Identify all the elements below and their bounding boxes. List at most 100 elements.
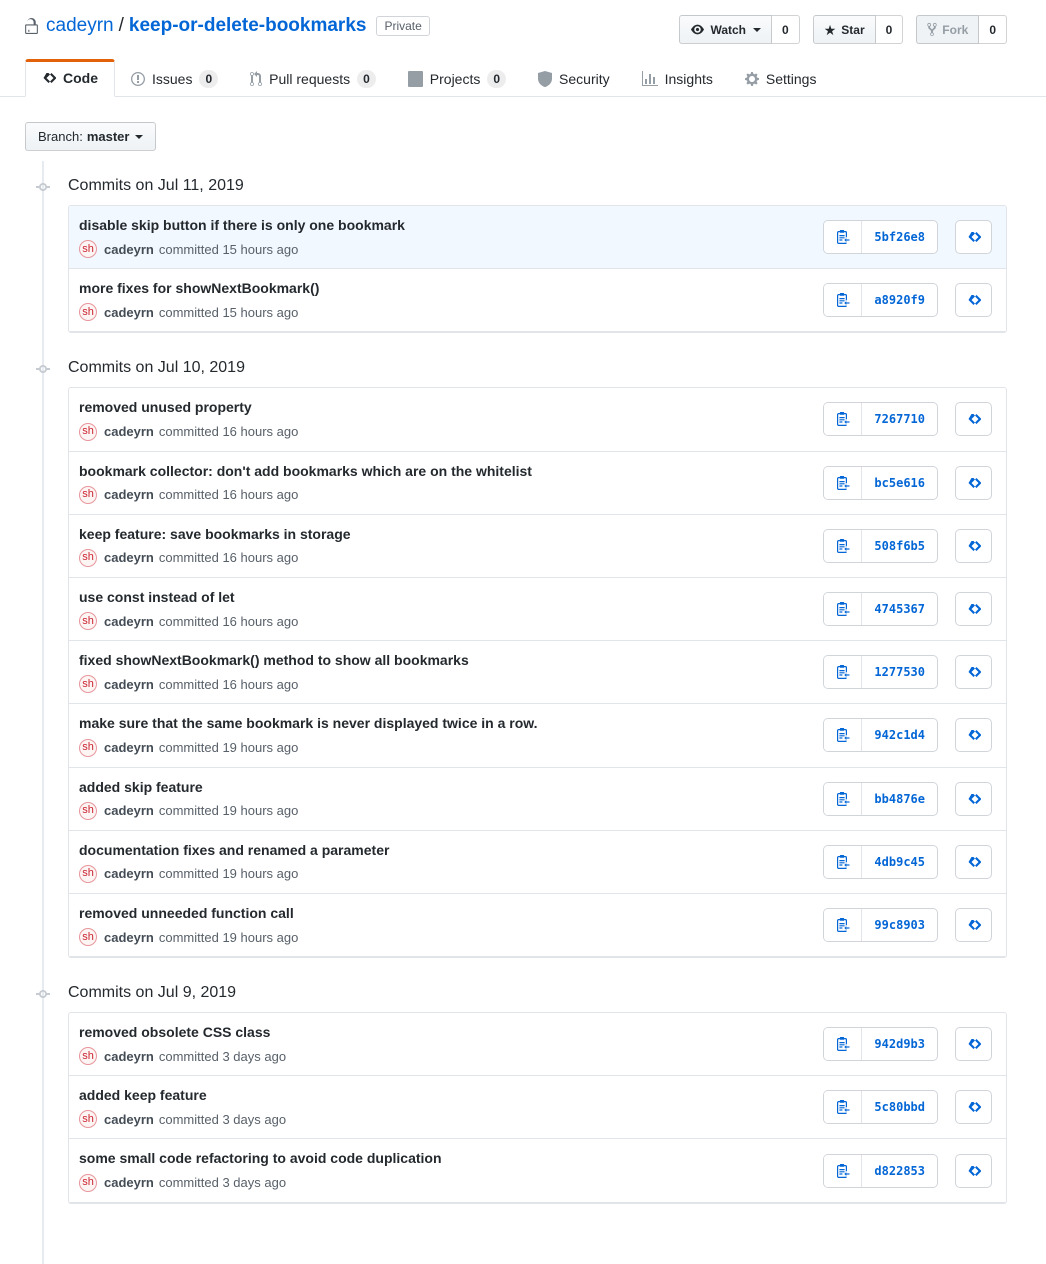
fork-button[interactable]: Fork (916, 15, 979, 44)
commit-author-link[interactable]: cadeyrn (104, 487, 154, 502)
avatar[interactable]: sh (79, 423, 97, 441)
copy-sha-button[interactable] (824, 593, 862, 625)
commit-author-link[interactable]: cadeyrn (104, 1049, 154, 1064)
browse-code-button[interactable] (955, 845, 992, 879)
commit-sha-link[interactable]: 99c8903 (862, 909, 937, 941)
copy-sha-button[interactable] (824, 221, 862, 253)
browse-code-button[interactable] (955, 283, 992, 317)
commit-title-link[interactable]: added skip feature (79, 778, 298, 796)
copy-sha-button[interactable] (824, 467, 862, 499)
commit-title-link[interactable]: more fixes for showNextBookmark() (79, 279, 319, 297)
tab-pull-requests[interactable]: Pull requests 0 (234, 61, 392, 97)
commit-author-link[interactable]: cadeyrn (104, 740, 154, 755)
avatar[interactable]: sh (79, 240, 97, 258)
browse-code-button[interactable] (955, 1027, 992, 1061)
commit-sha-link[interactable]: bc5e616 (862, 467, 937, 499)
watch-button[interactable]: Watch (679, 15, 772, 44)
commit-sha-link[interactable]: 5bf26e8 (862, 221, 937, 253)
commit-author-link[interactable]: cadeyrn (104, 1112, 154, 1127)
browse-code-button[interactable] (955, 220, 992, 254)
copy-sha-button[interactable] (824, 530, 862, 562)
commit-author-link[interactable]: cadeyrn (104, 614, 154, 629)
avatar[interactable]: sh (79, 802, 97, 820)
commit-sha-link[interactable]: 1277530 (862, 656, 937, 688)
copy-sha-button[interactable] (824, 1091, 862, 1123)
commit-author-link[interactable]: cadeyrn (104, 424, 154, 439)
browse-code-button[interactable] (955, 782, 992, 816)
commit-author-link[interactable]: cadeyrn (104, 305, 154, 320)
commit-author-link[interactable]: cadeyrn (104, 550, 154, 565)
avatar[interactable]: sh (79, 549, 97, 567)
copy-sha-button[interactable] (824, 656, 862, 688)
browse-code-button[interactable] (955, 402, 992, 436)
commit-author-link[interactable]: cadeyrn (104, 242, 154, 257)
browse-code-button[interactable] (955, 908, 992, 942)
tab-security[interactable]: Security (522, 61, 626, 97)
commit-title-link[interactable]: bookmark collector: don't add bookmarks … (79, 462, 532, 480)
commit-sha-link[interactable]: 4745367 (862, 593, 937, 625)
commit-title-link[interactable]: disable skip button if there is only one… (79, 216, 405, 234)
commit-sha-link[interactable]: 508f6b5 (862, 530, 937, 562)
watch-count[interactable]: 0 (772, 15, 800, 44)
browse-code-button[interactable] (955, 718, 992, 752)
avatar[interactable]: sh (79, 1110, 97, 1128)
avatar[interactable]: sh (79, 303, 97, 321)
avatar[interactable]: sh (79, 1174, 97, 1192)
copy-sha-button[interactable] (824, 403, 862, 435)
commit-title-link[interactable]: fixed showNextBookmark() method to show … (79, 651, 469, 669)
commit-author-link[interactable]: cadeyrn (104, 1175, 154, 1190)
commit-sha-link[interactable]: a8920f9 (862, 284, 937, 316)
tab-issues[interactable]: Issues 0 (115, 61, 234, 97)
commit-author-link[interactable]: cadeyrn (104, 677, 154, 692)
tab-insights[interactable]: Insights (626, 61, 729, 97)
tab-settings[interactable]: Settings (729, 61, 833, 97)
fork-count[interactable]: 0 (979, 15, 1007, 44)
avatar[interactable]: sh (79, 928, 97, 946)
commit-sha-link[interactable]: 942d9b3 (862, 1028, 937, 1060)
avatar[interactable]: sh (79, 1047, 97, 1065)
star-count[interactable]: 0 (876, 15, 904, 44)
commit-author-link[interactable]: cadeyrn (104, 866, 154, 881)
commit-title-link[interactable]: removed obsolete CSS class (79, 1023, 286, 1041)
commit-title-link[interactable]: added keep feature (79, 1086, 286, 1104)
commit-sha-link[interactable]: 5c80bbd (862, 1091, 937, 1123)
commit-title-link[interactable]: keep feature: save bookmarks in storage (79, 525, 351, 543)
branch-selector-button[interactable]: Branch: master (25, 122, 156, 151)
browse-code-button[interactable] (955, 1090, 992, 1124)
copy-sha-button[interactable] (824, 284, 862, 316)
commit-title-link[interactable]: removed unneeded function call (79, 904, 298, 922)
repo-name-link[interactable]: keep-or-delete-bookmarks (129, 13, 367, 39)
avatar[interactable]: sh (79, 612, 97, 630)
commit-sha-link[interactable]: 4db9c45 (862, 846, 937, 878)
commit-title-link[interactable]: documentation fixes and renamed a parame… (79, 841, 389, 859)
avatar[interactable]: sh (79, 865, 97, 883)
commit-title-link[interactable]: some small code refactoring to avoid cod… (79, 1149, 442, 1167)
commit-title-link[interactable]: removed unused property (79, 398, 298, 416)
browse-code-button[interactable] (955, 1154, 992, 1188)
avatar[interactable]: sh (79, 675, 97, 693)
copy-sha-button[interactable] (824, 846, 862, 878)
commit-title-link[interactable]: make sure that the same bookmark is neve… (79, 714, 538, 732)
browse-code-button[interactable] (955, 529, 992, 563)
commit-sha-link[interactable]: 942c1d4 (862, 719, 937, 751)
copy-sha-button[interactable] (824, 783, 862, 815)
browse-code-button[interactable] (955, 655, 992, 689)
repo-owner-link[interactable]: cadeyrn (46, 13, 114, 39)
copy-sha-button[interactable] (824, 1028, 862, 1060)
copy-sha-button[interactable] (824, 1155, 862, 1187)
copy-sha-button[interactable] (824, 719, 862, 751)
avatar[interactable]: sh (79, 739, 97, 757)
commit-title-link[interactable]: use const instead of let (79, 588, 298, 606)
commit-sha-link[interactable]: bb4876e (862, 783, 937, 815)
avatar[interactable]: sh (79, 486, 97, 504)
copy-sha-button[interactable] (824, 909, 862, 941)
commit-sha-link[interactable]: d822853 (862, 1155, 937, 1187)
tab-code[interactable]: Code (25, 59, 115, 97)
tab-projects[interactable]: Projects 0 (392, 61, 522, 97)
star-button[interactable]: ★ Star (813, 15, 876, 44)
browse-code-button[interactable] (955, 592, 992, 626)
commit-author-link[interactable]: cadeyrn (104, 930, 154, 945)
commit-sha-link[interactable]: 7267710 (862, 403, 937, 435)
commit-author-link[interactable]: cadeyrn (104, 803, 154, 818)
browse-code-button[interactable] (955, 466, 992, 500)
